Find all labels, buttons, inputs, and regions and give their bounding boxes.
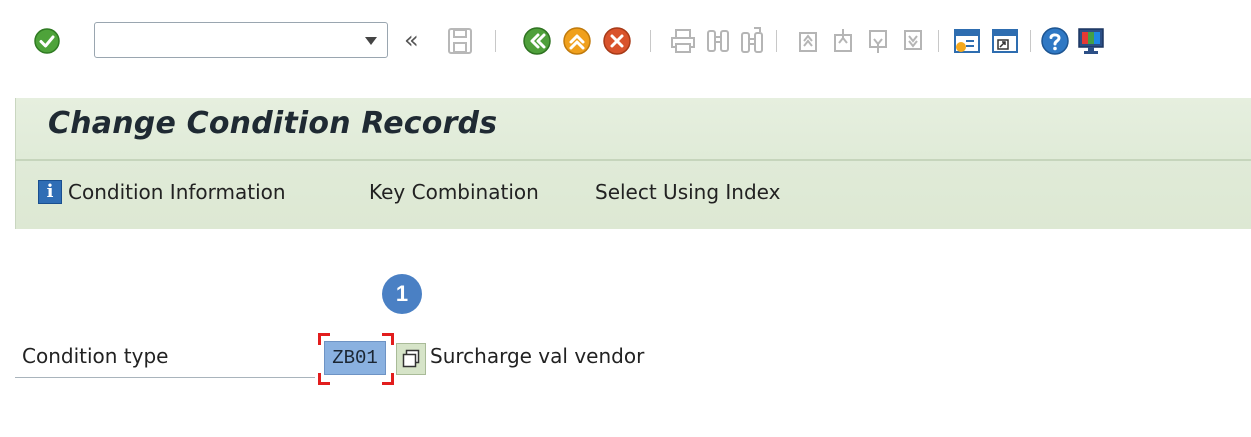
page-title: Change Condition Records [48, 106, 498, 141]
value-help-button[interactable] [396, 343, 426, 375]
previous-page-icon[interactable] [828, 26, 858, 56]
system-toolbar: « [0, 0, 1251, 80]
print-icon[interactable] [668, 26, 698, 56]
exit-icon[interactable] [562, 26, 592, 56]
condition-type-label: Condition type [22, 344, 169, 368]
back-icon[interactable] [522, 26, 552, 56]
find-icon[interactable] [703, 26, 733, 56]
enter-icon[interactable] [32, 26, 62, 56]
command-input[interactable] [95, 23, 345, 57]
select-using-index-button[interactable]: Select Using Index [595, 172, 780, 212]
next-page-icon[interactable] [863, 26, 893, 56]
create-session-icon[interactable] [952, 26, 982, 56]
first-page-icon[interactable] [793, 26, 823, 56]
condition-information-button[interactable]: i Condition Information [38, 172, 286, 212]
select-using-index-label[interactable]: Select Using Index [595, 180, 780, 204]
copy-icon [402, 349, 420, 368]
step-callout: 1 [382, 274, 422, 314]
condition-information-label: Condition Information [68, 180, 286, 204]
condition-information-link[interactable]: i Condition Information [38, 180, 286, 204]
condition-type-highlight: ZB01 [318, 333, 394, 385]
condition-type-description: Surcharge val vendor [430, 344, 645, 368]
chevron-down-icon[interactable] [365, 37, 377, 45]
last-page-icon[interactable] [898, 26, 928, 56]
save-icon[interactable] [445, 26, 475, 56]
label-underline [15, 377, 315, 378]
info-icon: i [38, 180, 62, 204]
command-field[interactable] [94, 22, 388, 58]
help-icon[interactable] [1040, 26, 1070, 56]
cancel-icon[interactable] [602, 26, 632, 56]
key-combination-label[interactable]: Key Combination [369, 180, 539, 204]
condition-type-input[interactable]: ZB01 [324, 341, 386, 375]
customize-layout-icon[interactable] [1076, 26, 1106, 56]
key-combination-button[interactable]: Key Combination [369, 172, 539, 212]
shortcut-icon[interactable] [990, 26, 1020, 56]
title-divider [15, 159, 1251, 161]
find-next-icon[interactable] [737, 26, 767, 56]
expand-toolbar-icon[interactable]: « [404, 26, 419, 54]
